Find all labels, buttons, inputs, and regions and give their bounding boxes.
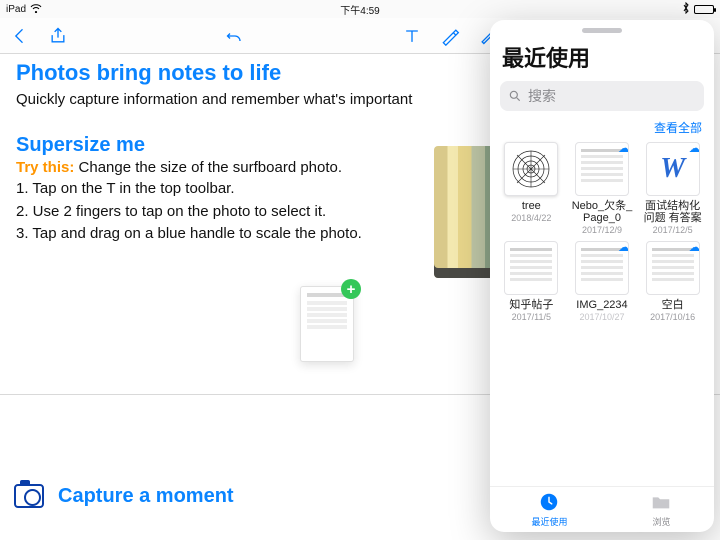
file-thumb: ☁︎ xyxy=(575,142,629,196)
file-item[interactable]: W☁︎ 面试结构化问题 有答案 2017/12/5 xyxy=(639,142,706,235)
file-date: 2018/4/22 xyxy=(511,213,551,223)
file-thumb: W☁︎ xyxy=(646,142,700,196)
pen-tool[interactable] xyxy=(440,26,460,46)
files-popup: 最近使用 搜索 查看全部 tree 2018/4/22 ☁︎ Nebo_欠条_P… xyxy=(490,20,714,532)
device-label: iPad xyxy=(6,4,26,15)
clock-icon xyxy=(538,491,560,513)
share-button[interactable] xyxy=(48,26,68,46)
cloud-icon: ☁︎ xyxy=(689,241,700,254)
file-thumb: ☁︎ xyxy=(646,241,700,295)
files-grid: tree 2018/4/22 ☁︎ Nebo_欠条_Page_0 2017/12… xyxy=(490,142,714,322)
file-name: 面试结构化问题 有答案 xyxy=(642,200,704,224)
file-name: 知乎帖子 xyxy=(509,299,553,311)
text-tool[interactable] xyxy=(402,26,422,46)
search-placeholder: 搜索 xyxy=(528,86,556,106)
file-name: Nebo_欠条_Page_0 xyxy=(571,200,633,224)
bluetooth-icon xyxy=(682,2,690,17)
tab-label: 最近使用 xyxy=(531,515,567,528)
file-item[interactable]: ☁︎ IMG_2234 2017/10/27 xyxy=(569,241,636,322)
file-item[interactable]: tree 2018/4/22 xyxy=(498,142,565,235)
tab-browse[interactable]: 浏览 xyxy=(650,491,672,528)
add-icon[interactable]: + xyxy=(341,279,361,299)
tab-recent[interactable]: 最近使用 xyxy=(531,491,567,528)
file-thumb xyxy=(504,241,558,295)
clock: 下午4:59 xyxy=(340,2,379,17)
tab-label: 浏览 xyxy=(652,515,670,528)
cloud-icon: ☁︎ xyxy=(618,142,629,155)
file-date: 2017/10/27 xyxy=(579,312,624,322)
file-name: tree xyxy=(522,200,541,212)
file-thumb xyxy=(504,142,558,196)
wifi-icon xyxy=(30,3,42,16)
undo-button[interactable] xyxy=(225,26,245,46)
see-all-link[interactable]: 查看全部 xyxy=(490,117,714,142)
back-button[interactable] xyxy=(10,26,30,46)
file-name: 空白 xyxy=(662,299,684,311)
file-date: 2017/11/5 xyxy=(512,312,551,322)
popup-title: 最近使用 xyxy=(490,39,714,81)
file-date: 2017/12/5 xyxy=(653,225,693,235)
search-input[interactable]: 搜索 xyxy=(500,81,704,111)
file-item[interactable]: 知乎帖子 2017/11/5 xyxy=(498,241,565,322)
popup-tabbar: 最近使用 浏览 xyxy=(490,486,714,532)
file-item[interactable]: ☁︎ Nebo_欠条_Page_0 2017/12/9 xyxy=(569,142,636,235)
heading-capture: Capture a moment xyxy=(58,485,234,508)
battery-icon xyxy=(694,5,714,14)
file-date: 2017/10/16 xyxy=(650,312,695,322)
file-thumb: ☁︎ xyxy=(575,241,629,295)
capture-section: Capture a moment xyxy=(14,484,234,508)
file-name: IMG_2234 xyxy=(576,299,627,311)
floating-note-card[interactable]: + xyxy=(300,286,354,362)
search-icon xyxy=(508,89,522,103)
camera-icon xyxy=(14,484,44,508)
cloud-icon: ☁︎ xyxy=(689,142,700,155)
status-bar: iPad 下午4:59 xyxy=(0,0,720,18)
drag-handle[interactable] xyxy=(582,28,622,33)
file-date: 2017/12/9 xyxy=(582,225,622,235)
folder-icon xyxy=(650,491,672,513)
cloud-icon: ☁︎ xyxy=(618,241,629,254)
file-item[interactable]: ☁︎ 空白 2017/10/16 xyxy=(639,241,706,322)
try-label: Try this: xyxy=(16,159,74,176)
try-text: Change the size of the surfboard photo. xyxy=(74,159,342,176)
